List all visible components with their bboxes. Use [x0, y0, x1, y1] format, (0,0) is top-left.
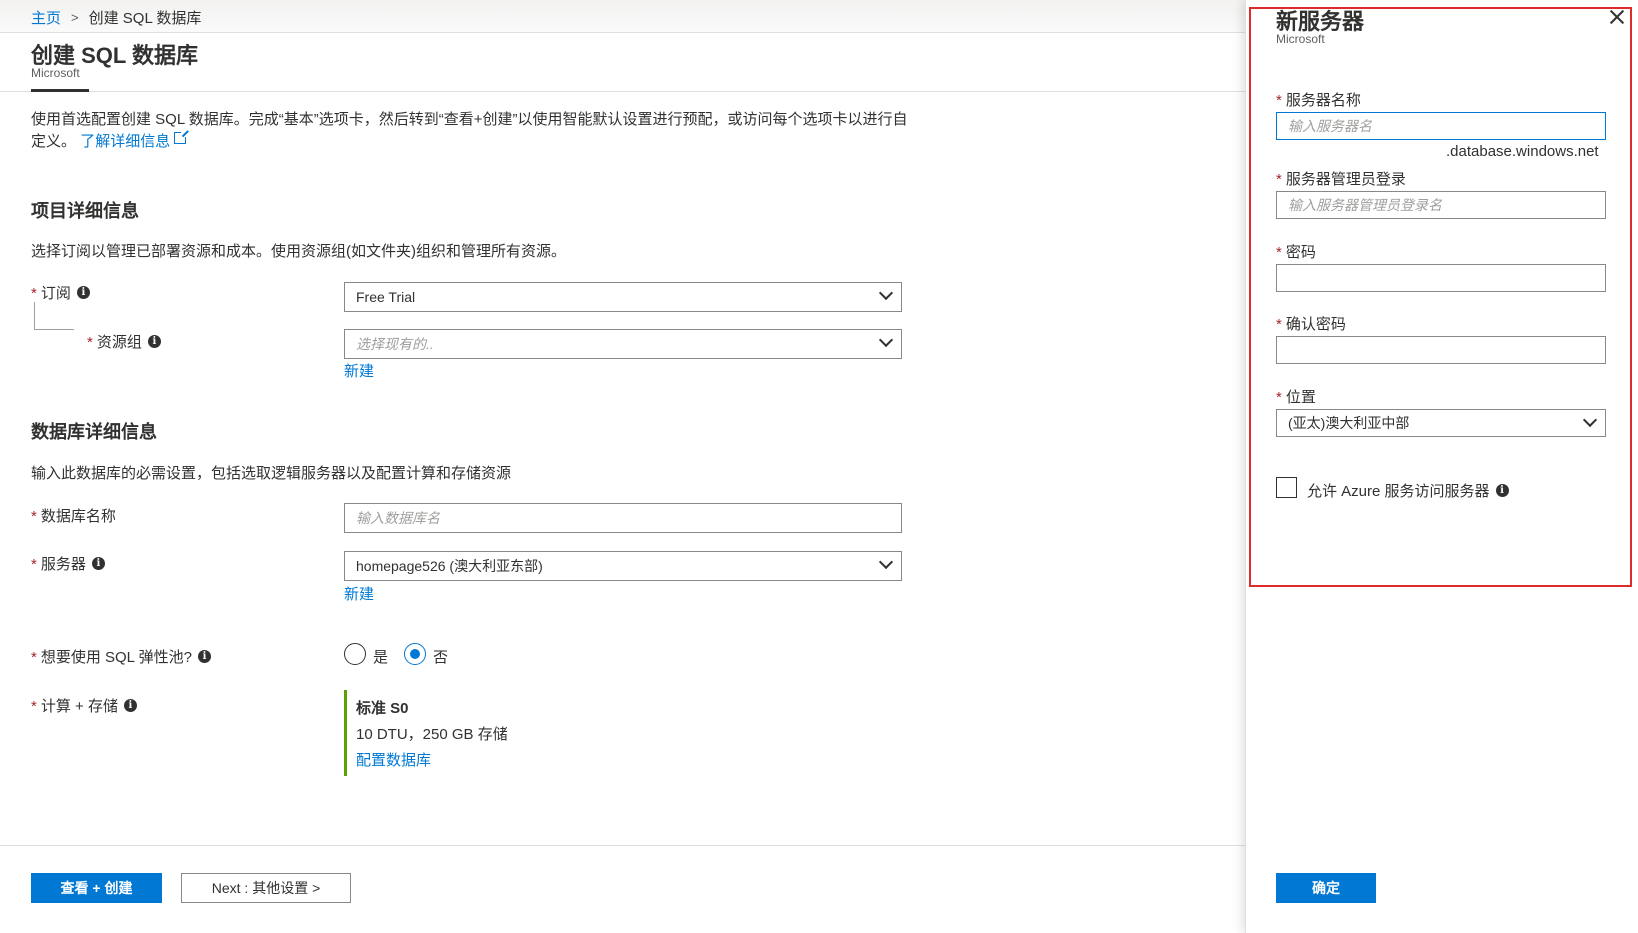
resource-group-placeholder: 选择现有的..: [356, 336, 434, 352]
admin-login-label-text: 服务器管理员登录: [1285, 171, 1406, 188]
subscription-label-text: 订阅: [40, 285, 71, 302]
chevron-down-icon: [878, 554, 894, 570]
server-name-input[interactable]: 输入服务器名: [1276, 112, 1606, 140]
main-blade: 主页 > 创建 SQL 数据库 创建 SQL 数据库 Microsoft 使用首…: [0, 0, 1245, 933]
learn-more-label: 了解详细信息: [80, 133, 171, 150]
database-name-placeholder: 输入数据库名: [356, 510, 440, 526]
page-publisher: Microsoft: [31, 66, 80, 80]
required-marker: *: [1276, 92, 1282, 109]
external-link-icon: [174, 130, 189, 144]
admin-login-label: * 服务器管理员登录: [1276, 168, 1406, 189]
confirm-password-label-text: 确认密码: [1285, 316, 1346, 333]
server-name-suffix: .database.windows.net: [1446, 143, 1599, 160]
compute-storage-label: * 计算 + 存储 i: [31, 695, 137, 716]
breadcrumb-current: 创建 SQL 数据库: [88, 10, 202, 27]
database-details-heading: 数据库详细信息: [31, 422, 157, 442]
project-details-heading: 项目详细信息: [31, 201, 139, 221]
required-marker: *: [1276, 171, 1282, 188]
allow-azure-label-text: 允许 Azure 服务访问服务器: [1307, 483, 1490, 500]
info-icon[interactable]: i: [147, 335, 161, 348]
required-marker: *: [1276, 244, 1282, 261]
info-icon[interactable]: i: [91, 557, 105, 570]
tab-divider: [0, 91, 1245, 92]
admin-login-input[interactable]: 输入服务器管理员登录名: [1276, 191, 1606, 219]
footer-divider: [0, 845, 1245, 846]
required-marker: *: [31, 698, 37, 715]
location-label: * 位置: [1276, 386, 1316, 407]
server-name-placeholder: 输入服务器名: [1288, 118, 1372, 134]
next-button[interactable]: Next : 其他设置 >: [181, 873, 351, 903]
required-marker: *: [1276, 389, 1282, 406]
review-create-button[interactable]: 查看 + 创建: [31, 873, 162, 903]
required-marker: *: [1276, 316, 1282, 333]
location-dropdown[interactable]: (亚太)澳大利亚中部: [1276, 409, 1606, 437]
configure-database-link[interactable]: 配置数据库: [356, 749, 431, 770]
password-input[interactable]: [1276, 264, 1606, 292]
location-label-text: 位置: [1285, 389, 1316, 406]
info-icon[interactable]: i: [123, 699, 137, 712]
tier-title: 标准 S0: [356, 700, 409, 717]
tier-accent-bar: [344, 690, 347, 776]
server-name-label-text: 服务器名称: [1285, 92, 1361, 109]
intro-text: 使用首选配置创建 SQL 数据库。完成“基本”选项卡，然后转到“查看+创建”以使…: [31, 109, 911, 153]
required-marker: *: [31, 285, 37, 302]
compute-storage-label-text: 计算 + 存储: [40, 698, 118, 715]
allow-azure-label: 允许 Azure 服务访问服务器 i: [1307, 480, 1509, 501]
tier-description: 10 DTU，250 GB 存储: [356, 726, 508, 743]
database-details-description: 输入此数据库的必需设置，包括选取逻辑服务器以及配置计算和存储资源: [31, 465, 512, 482]
elastic-pool-no-radio[interactable]: [404, 643, 426, 665]
tab-active-indicator: [31, 89, 89, 92]
server-name-label: * 服务器名称: [1276, 89, 1361, 110]
top-bar: 主页 > 创建 SQL 数据库: [0, 0, 1245, 33]
panel-publisher: Microsoft: [1276, 32, 1325, 46]
learn-more-link[interactable]: 了解详细信息: [80, 130, 189, 150]
resource-group-dropdown[interactable]: 选择现有的..: [344, 329, 902, 359]
project-details-description: 选择订阅以管理已部署资源和成本。使用资源组(如文件夹)组织和管理所有资源。: [31, 243, 566, 260]
elastic-pool-no-label: 否: [433, 649, 449, 666]
required-marker: *: [31, 556, 37, 573]
breadcrumb-home-link[interactable]: 主页: [31, 7, 61, 28]
database-name-label-text: 数据库名称: [40, 508, 116, 525]
chevron-down-icon: [878, 332, 894, 348]
elastic-pool-label: * 想要使用 SQL 弹性池? i: [31, 646, 211, 667]
server-label-text: 服务器: [40, 556, 86, 573]
close-icon[interactable]: [1608, 8, 1626, 26]
tree-connector: [34, 302, 35, 329]
elastic-pool-label-text: 想要使用 SQL 弹性池?: [40, 649, 192, 666]
resource-group-label-text: 资源组: [96, 334, 142, 351]
info-icon[interactable]: i: [1495, 484, 1509, 497]
info-icon[interactable]: i: [197, 650, 211, 663]
info-icon[interactable]: i: [76, 286, 90, 299]
password-label: * 密码: [1276, 241, 1316, 262]
admin-login-placeholder: 输入服务器管理员登录名: [1288, 197, 1442, 213]
database-name-input[interactable]: 输入数据库名: [344, 503, 902, 533]
required-marker: *: [87, 334, 93, 351]
resource-group-label: * 资源组 i: [87, 331, 161, 352]
database-name-label: * 数据库名称: [31, 505, 116, 526]
subscription-value: Free Trial: [356, 289, 416, 305]
new-server-link[interactable]: 新建: [344, 583, 374, 604]
allow-azure-checkbox[interactable]: [1276, 477, 1297, 498]
required-marker: *: [31, 508, 37, 525]
breadcrumb: 主页 > 创建 SQL 数据库: [31, 7, 201, 28]
password-label-text: 密码: [1285, 244, 1316, 261]
subscription-label: * 订阅 i: [31, 282, 90, 303]
required-marker: *: [31, 649, 37, 666]
elastic-pool-yes-label: 是: [373, 649, 389, 666]
subscription-dropdown[interactable]: Free Trial: [344, 282, 902, 312]
server-label: * 服务器 i: [31, 553, 105, 574]
confirm-password-label: * 确认密码: [1276, 313, 1346, 334]
breadcrumb-separator: >: [71, 10, 79, 25]
ok-button[interactable]: 确定: [1276, 873, 1376, 903]
chevron-down-icon: [878, 285, 894, 301]
server-dropdown[interactable]: homepage526 (澳大利亚东部): [344, 551, 902, 581]
server-value: homepage526 (澳大利亚东部): [356, 558, 543, 574]
chevron-down-icon: [1582, 412, 1598, 428]
confirm-password-input[interactable]: [1276, 336, 1606, 364]
tree-connector-horizontal: [34, 329, 74, 330]
elastic-pool-yes-radio[interactable]: [344, 643, 366, 665]
new-resource-group-link[interactable]: 新建: [344, 360, 374, 381]
location-value: (亚太)澳大利亚中部: [1288, 415, 1410, 431]
